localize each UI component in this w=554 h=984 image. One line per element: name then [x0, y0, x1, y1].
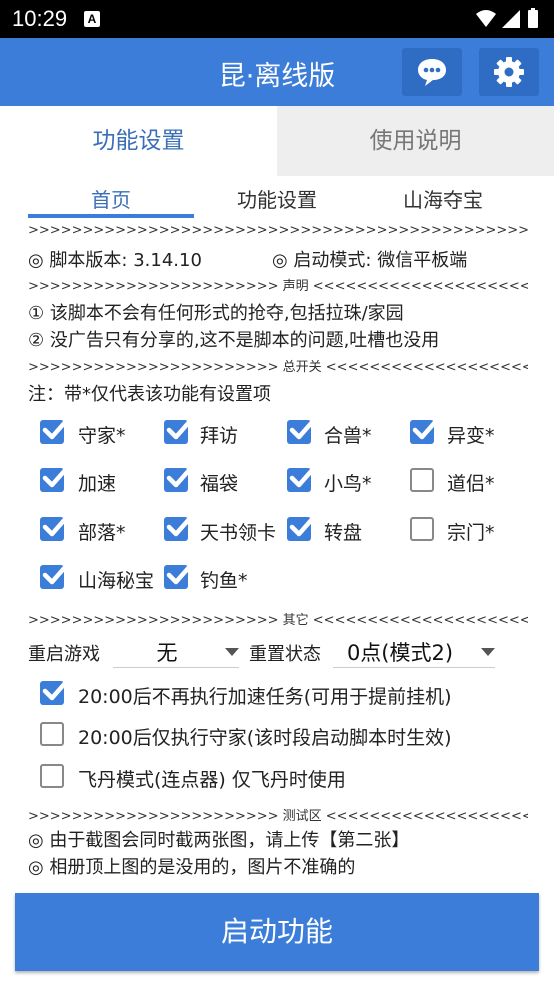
- start-function-button[interactable]: 启动功能: [15, 893, 539, 971]
- feature-checkbox-label: 转盘: [324, 522, 363, 544]
- feature-checkbox-label: 拜访: [200, 425, 239, 447]
- checkbox-checked[interactable]: [40, 678, 69, 705]
- checkmark-icon: [42, 465, 69, 488]
- active-tab-indicator: [28, 214, 194, 218]
- reset-state-select[interactable]: 0点(模式2): [333, 634, 495, 668]
- checkbox-checked[interactable]: [287, 465, 316, 492]
- feature-checkbox-label: 小鸟*: [324, 473, 372, 495]
- system-status-icons: [476, 8, 538, 28]
- battery-icon: [528, 10, 538, 28]
- tab-function-settings[interactable]: 功能设置: [0, 106, 277, 176]
- checkmark-icon: [42, 417, 69, 440]
- reset-state-value: 0点(模式2): [346, 641, 454, 665]
- settings-button[interactable]: [479, 48, 539, 96]
- chevron-down-icon: [225, 648, 239, 656]
- separator-notice: >>>>>>>>>>>>>>>>>>>>>>> 声明 <<<<<<<<<<<<<…: [28, 279, 528, 294]
- tab-instructions[interactable]: 使用说明: [277, 106, 554, 176]
- notice-1: ① 该脚本不会有任何形式的抢夺,包括拉珠/家园: [28, 303, 404, 324]
- restart-game-select[interactable]: 无: [113, 634, 239, 668]
- app-bar: 昆·离线版: [0, 38, 554, 106]
- feature-checkbox-label: 加速: [78, 473, 117, 495]
- checkbox-checked[interactable]: [40, 417, 69, 444]
- checkbox-checked[interactable]: [164, 417, 193, 444]
- chat-button[interactable]: [402, 48, 462, 96]
- feature-checkbox-label: 道侣*: [447, 473, 495, 495]
- checkmark-icon: [412, 417, 439, 440]
- app-title: 昆·离线版: [218, 61, 336, 92]
- checkbox-checked[interactable]: [40, 465, 69, 492]
- feature-checkbox-label: 守家*: [78, 425, 126, 447]
- main-tabs: 功能设置 使用说明: [0, 106, 554, 176]
- chevron-down-icon: [481, 648, 495, 656]
- status-time: 10:29: [12, 6, 68, 31]
- script-version: ◎ 脚本版本: 3.14.10: [28, 250, 202, 271]
- checkmark-icon: [166, 417, 193, 440]
- feature-checkbox-label: 合兽*: [324, 425, 372, 447]
- separator-top: >>>>>>>>>>>>>>>>>>>>>>>>>>>>>>>>>>>>>>>>…: [28, 223, 528, 238]
- feature-checkbox-label: 山海秘宝: [78, 570, 155, 592]
- checkmark-icon: [289, 514, 316, 537]
- checkmark-icon: [166, 465, 193, 488]
- checkbox-unchecked[interactable]: [40, 722, 64, 746]
- subtab-function-settings[interactable]: 功能设置: [194, 184, 360, 213]
- chat-icon: [418, 59, 446, 86]
- feature-checkbox-label: 福袋: [200, 473, 239, 495]
- notice-2: ② 没广告只有分享的,这不是脚本的问题,吐槽也没用: [28, 330, 440, 351]
- subtab-shanhai-treasure[interactable]: 山海夺宝: [360, 184, 526, 213]
- feature-note: 注：带*仅代表该功能有设置项: [28, 384, 271, 405]
- launch-mode: ◎ 启动模式: 微信平板端: [272, 250, 468, 271]
- gear-icon: [494, 57, 524, 87]
- status-bar: 10:29 A: [0, 0, 554, 38]
- checkmark-icon: [289, 465, 316, 488]
- separator-master-switch: >>>>>>>>>>>>>>>>>>>>>>> 总开关 <<<<<<<<<<<<…: [28, 360, 528, 375]
- option-checkbox-label: 20:00后仅执行守家(该时段启动脚本时生效): [78, 727, 452, 749]
- restart-game-value: 无: [156, 641, 178, 665]
- reset-state-label: 重置状态: [249, 644, 321, 665]
- test-note-2: ◎ 相册顶上图的是没用的，图片不准确的: [28, 857, 356, 878]
- sub-tabs: 首页 功能设置 山海夺宝: [0, 176, 554, 220]
- feature-checkbox-label: 钓鱼*: [200, 570, 248, 592]
- checkbox-unchecked[interactable]: [410, 517, 434, 541]
- checkmark-icon: [42, 514, 69, 537]
- checkmark-icon: [166, 562, 193, 585]
- subtab-home[interactable]: 首页: [28, 184, 194, 218]
- checkmark-icon: [42, 678, 69, 701]
- feature-checkbox-label: 异变*: [447, 425, 495, 447]
- checkmark-icon: [166, 514, 193, 537]
- option-checkbox-label: 飞丹模式(连点器) 仅飞丹时使用: [78, 769, 346, 791]
- separator-other: >>>>>>>>>>>>>>>>>>>>>>> 其它 <<<<<<<<<<<<<…: [28, 613, 528, 628]
- option-checkbox-label: 20:00后不再执行加速任务(可用于提前挂机): [78, 686, 452, 708]
- wifi-icon: [476, 10, 496, 27]
- checkmark-icon: [42, 562, 69, 585]
- feature-checkbox-label: 天书领卡: [200, 522, 277, 544]
- feature-checkbox-label: 部落*: [78, 522, 126, 544]
- checkbox-checked[interactable]: [164, 465, 193, 492]
- subtab-home-label: 首页: [91, 188, 131, 212]
- checkmark-icon: [289, 417, 316, 440]
- checkbox-checked[interactable]: [40, 514, 69, 541]
- checkbox-unchecked[interactable]: [410, 468, 434, 492]
- checkbox-checked[interactable]: [164, 514, 193, 541]
- checkbox-checked[interactable]: [164, 562, 193, 589]
- separator-test: >>>>>>>>>>>>>>>>>>>>>>> 测试区 <<<<<<<<<<<<…: [28, 809, 528, 824]
- checkbox-unchecked[interactable]: [40, 764, 64, 788]
- checkbox-checked[interactable]: [287, 417, 316, 444]
- checkbox-checked[interactable]: [410, 417, 439, 444]
- feature-checkbox-label: 宗门*: [447, 522, 495, 544]
- test-note-1: ◎ 由于截图会同时截两张图，请上传【第二张】: [28, 830, 410, 851]
- signal-icon: [502, 10, 520, 28]
- checkbox-checked[interactable]: [287, 514, 316, 541]
- notification-a-icon: A: [84, 11, 100, 27]
- checkbox-checked[interactable]: [40, 562, 69, 589]
- restart-game-label: 重启游戏: [28, 644, 100, 665]
